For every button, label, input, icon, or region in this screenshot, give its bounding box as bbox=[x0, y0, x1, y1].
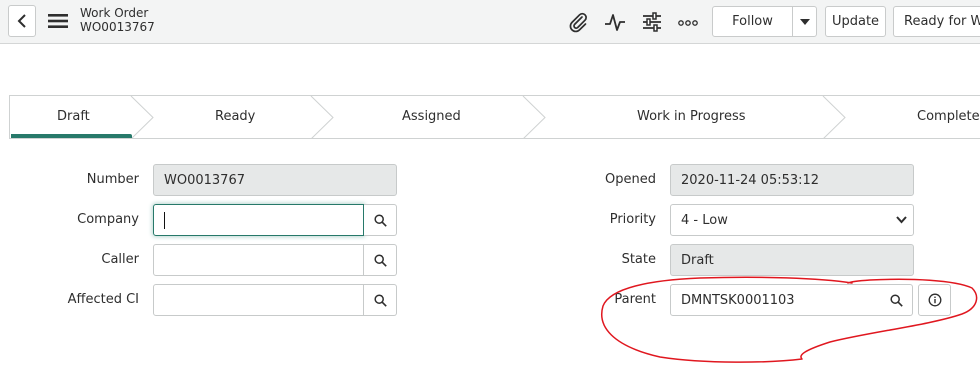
opened-label: Opened bbox=[605, 172, 656, 187]
priority-value: 4 - Low bbox=[681, 212, 728, 228]
priority-label: Priority bbox=[609, 212, 656, 227]
stage-draft[interactable]: Draft bbox=[57, 109, 90, 124]
parent-label: Parent bbox=[614, 292, 656, 307]
parent-preview-button[interactable] bbox=[918, 284, 951, 316]
stage-assigned[interactable]: Assigned bbox=[402, 109, 461, 124]
chevron-down-icon bbox=[896, 216, 907, 224]
active-stage-indicator bbox=[11, 134, 132, 138]
search-icon bbox=[889, 293, 903, 307]
search-icon bbox=[373, 293, 387, 307]
stage-separator bbox=[522, 96, 546, 138]
caller-label: Caller bbox=[101, 252, 139, 267]
settings-sliders-icon[interactable] bbox=[640, 10, 664, 34]
caller-input[interactable] bbox=[153, 244, 364, 276]
affected-ci-label: Affected CI bbox=[67, 292, 139, 307]
affected-ci-input[interactable] bbox=[153, 284, 364, 316]
ready-for-work-button[interactable]: Ready for Wo bbox=[893, 6, 980, 37]
caret-down-icon bbox=[799, 18, 810, 25]
back-arrow-icon bbox=[17, 14, 26, 28]
opened-field: 2020-11-24 05:53:12 bbox=[670, 164, 914, 196]
stage-complete[interactable]: Complete bbox=[917, 109, 980, 124]
search-icon bbox=[373, 213, 387, 227]
paperclip-icon[interactable] bbox=[566, 10, 590, 34]
priority-select[interactable]: 4 - Low bbox=[670, 204, 914, 236]
hamburger-menu-icon[interactable] bbox=[48, 13, 68, 29]
stage-ready[interactable]: Ready bbox=[215, 109, 255, 124]
stage-separator bbox=[822, 96, 846, 138]
state-field: Draft bbox=[670, 244, 914, 276]
stage-progress-bar: Draft Ready Assigned Work in Progress Co… bbox=[9, 95, 980, 139]
affected-ci-lookup-button[interactable] bbox=[364, 284, 397, 316]
record-header: Work Order WO0013767 Follow Update Ready… bbox=[0, 0, 980, 44]
company-label: Company bbox=[77, 212, 139, 227]
number-label: Number bbox=[86, 172, 139, 187]
info-icon bbox=[928, 293, 941, 307]
follow-button[interactable]: Follow bbox=[712, 6, 793, 37]
update-button[interactable]: Update bbox=[825, 6, 886, 37]
company-input[interactable] bbox=[153, 204, 364, 236]
parent-input[interactable]: DMNTSK0001103 bbox=[670, 284, 881, 316]
more-options-icon[interactable] bbox=[676, 10, 700, 34]
record-type: Work Order bbox=[80, 6, 149, 20]
search-icon bbox=[373, 253, 387, 267]
parent-lookup-button[interactable] bbox=[880, 284, 913, 316]
stage-separator bbox=[310, 96, 334, 138]
company-lookup-button[interactable] bbox=[364, 204, 397, 236]
caller-lookup-button[interactable] bbox=[364, 244, 397, 276]
follow-dropdown-button[interactable] bbox=[792, 6, 817, 37]
activity-pulse-icon[interactable] bbox=[603, 10, 627, 34]
record-title: Work Order WO0013767 bbox=[80, 6, 155, 34]
record-number: WO0013767 bbox=[80, 20, 155, 34]
text-cursor bbox=[164, 211, 165, 229]
stage-work-in-progress[interactable]: Work in Progress bbox=[637, 109, 746, 124]
state-label: State bbox=[621, 252, 656, 267]
back-button[interactable] bbox=[8, 5, 36, 37]
number-field: WO0013767 bbox=[153, 164, 397, 196]
stage-separator bbox=[130, 96, 154, 138]
